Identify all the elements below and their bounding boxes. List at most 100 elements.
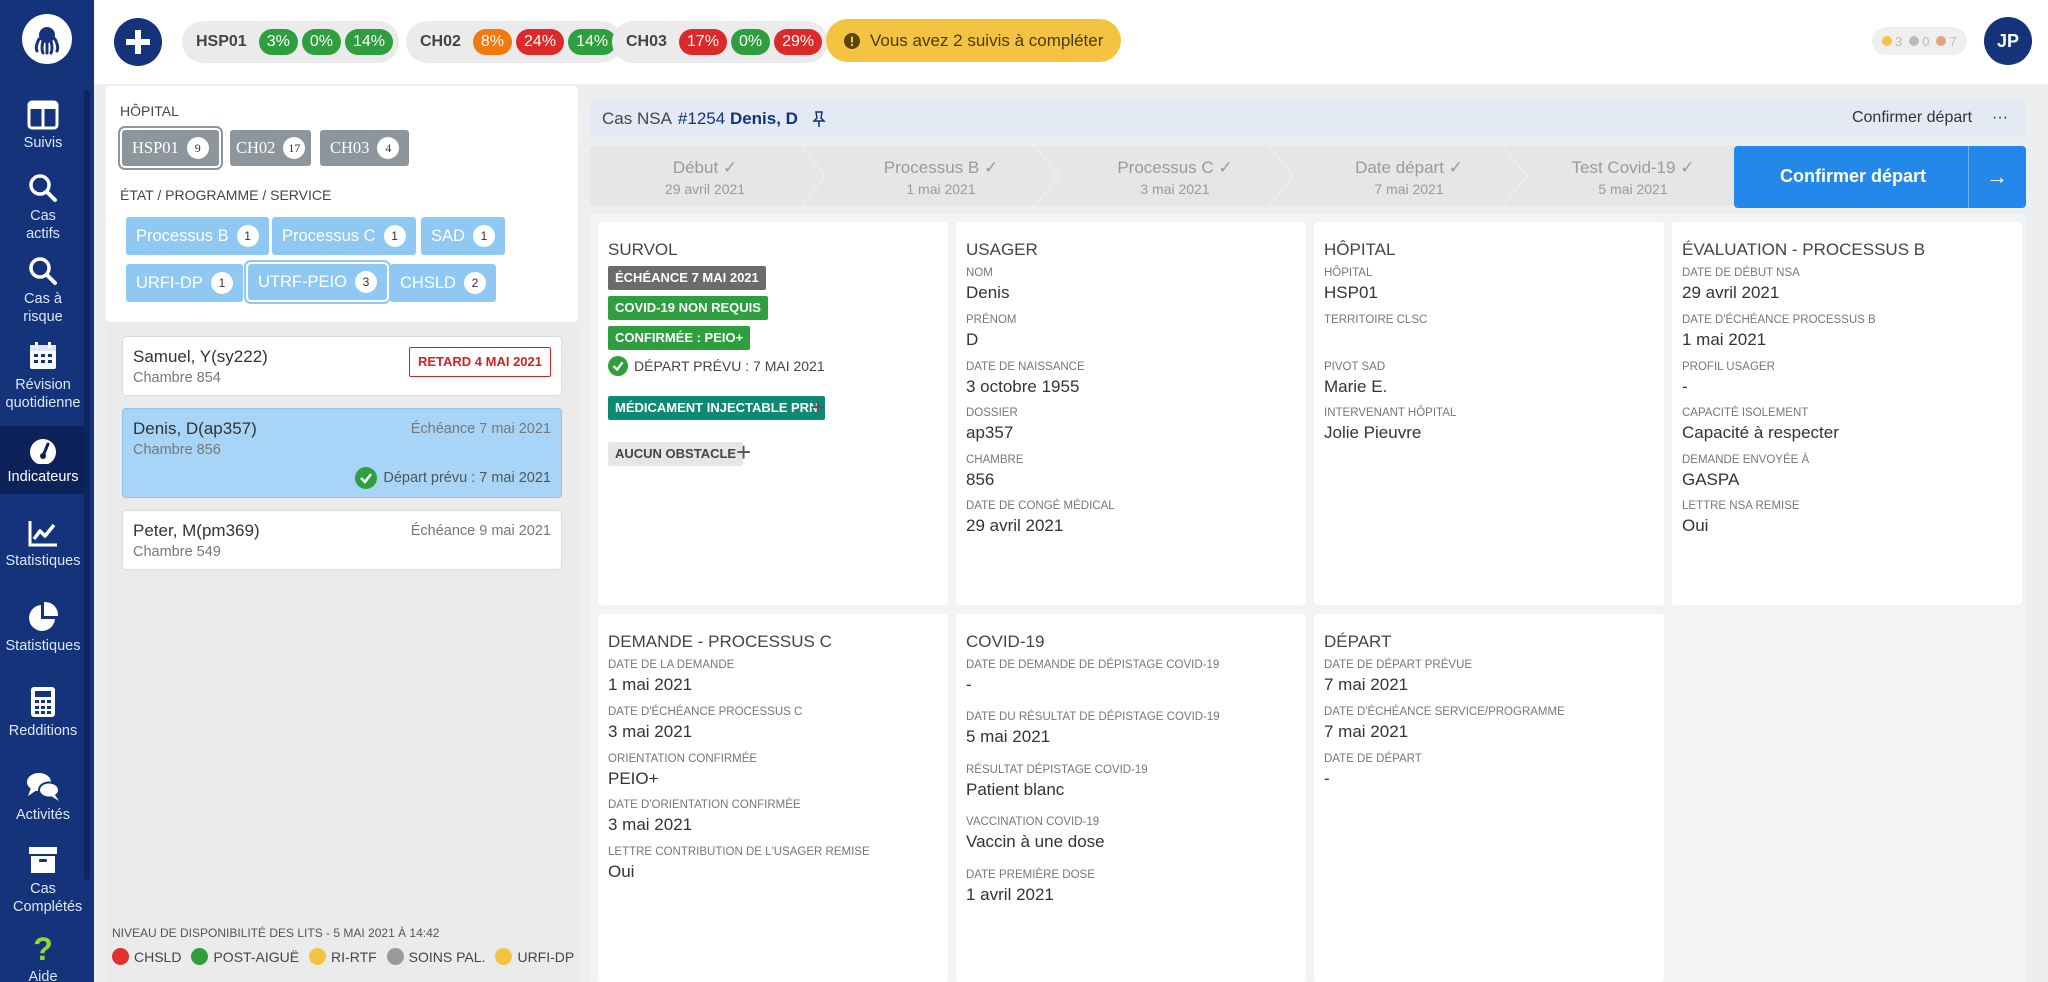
nav-item-aide[interactable]: ? Aide [0, 934, 86, 982]
covid-card: COVID-19 DATE DE DEMANDE DE DÉPISTAGE CO… [956, 614, 1306, 982]
hospital-name: CH03 [626, 33, 667, 50]
case-room: Chambre 549 [133, 544, 221, 560]
pending-followups-alert[interactable]: Vous avez 2 suivis à compléter [826, 19, 1122, 62]
covid-tag: COVID-19 NON REQUIS [608, 296, 768, 320]
field-value: PEIO+ [608, 769, 659, 788]
chip-label: CHSLD [400, 273, 456, 292]
nav-item-indicateurs[interactable]: Indicateurs [0, 426, 86, 494]
card-title: SURVOL [608, 240, 678, 259]
hospital-occupancy-ch02[interactable]: CH02 8% 24% 14% [406, 21, 623, 63]
filter-service-urfi-dp[interactable]: URFI-DP 1 [126, 264, 243, 302]
step-label: Début [672, 158, 719, 177]
check-icon: ✓ [983, 158, 999, 177]
planned-departure: DÉPART PRÉVU : 7 MAI 2021 [608, 356, 825, 376]
step-processus-c[interactable]: Processus C ✓ 3 mai 2021 [1060, 146, 1290, 206]
line-chart-icon [28, 521, 57, 547]
field-label: VACCINATION COVID-19 [966, 816, 1100, 828]
add-case-button[interactable] [114, 18, 162, 66]
filter-hospital-ch03[interactable]: CH03 4 [320, 130, 410, 166]
obstacle-tag: AUCUN OBSTACLE [608, 442, 744, 466]
late-badge: RETARD 4 MAI 2021 [408, 347, 551, 377]
field-value: 3 mai 2021 [608, 815, 693, 834]
field-value: 29 avril 2021 [1682, 283, 1780, 302]
filter-service-processus-b[interactable]: Processus B 1 [126, 217, 269, 255]
case-room: Chambre 856 [133, 442, 221, 458]
field-label: LETTRE CONTRIBUTION DE L'USAGER REMISE [608, 846, 870, 858]
step-date: 1 mai 2021 [906, 181, 976, 197]
field-value: 29 avril 2021 [966, 516, 1064, 535]
legend-item: CHSLD [112, 948, 181, 965]
filter-service-sad[interactable]: SAD 1 [421, 217, 505, 255]
nav-item-statistiques-pie[interactable]: Statistiques [0, 601, 86, 655]
field-label: DATE D'ORIENTATION CONFIRMÉE [608, 799, 801, 811]
filter-service-processus-c[interactable]: Processus C 1 [272, 217, 416, 255]
filter-panel: HÔPITAL HSP01 9 CH02 17 CH03 4 ÉTAT / PR… [106, 86, 578, 322]
field-value: Marie E. [1324, 377, 1388, 396]
gauge-icon [30, 439, 56, 464]
case-name: Peter, M(pm369) [133, 521, 260, 540]
nav-item-suivis[interactable]: Suivis [0, 100, 86, 152]
chip-count: 3 [354, 271, 377, 293]
case-card-peter[interactable]: Peter, M(pm369) Chambre 549 Échéance 9 m… [122, 510, 562, 570]
usager-card: USAGER NOM Denis PRÉNOM D DATE DE NAISSA… [956, 222, 1306, 605]
filter-service-chsld[interactable]: CHSLD 2 [390, 264, 496, 302]
case-card-samuel[interactable]: Samuel, Y(sy222) Chambre 854 RETARD 4 MA… [122, 336, 562, 396]
alert-text: Vous avez 2 suivis à compléter [870, 30, 1104, 50]
legend-item: POST-AIGUË [191, 948, 299, 965]
confirm-departure-button[interactable]: Confirmer départ → [1734, 146, 2026, 208]
occupancy-percent: 14% [568, 29, 617, 55]
confirm-departure-link[interactable]: Confirmer départ [1852, 109, 1972, 127]
field-label: CAPACITÉ ISOLEMENT [1682, 407, 1809, 419]
gray-dot-icon [386, 948, 404, 965]
nav-item-revision-quotidienne[interactable]: Révision quotidienne [0, 340, 86, 412]
legend-label: POST-AIGUË [213, 948, 300, 965]
field-label: DATE DE LA DEMANDE [608, 659, 735, 671]
field-value: - [1682, 377, 1688, 396]
notification-counters[interactable]: 3 0 7 [1872, 27, 1967, 55]
side-navigation: Suivis Cas actifs Cas à risque Révision … [0, 0, 94, 982]
filter-service-utrf-peio[interactable]: UTRF-PEIO 3 [246, 262, 389, 302]
step-date-depart[interactable]: Date départ ✓ 7 mai 2021 [1294, 146, 1524, 206]
hospital-occupancy-ch03[interactable]: CH03 17% 0% 29% [612, 21, 829, 63]
nav-item-cas-a-risque[interactable]: Cas à risque [0, 256, 86, 326]
hospital-name: CH02 [420, 33, 461, 50]
card-title: DÉPART [1324, 632, 1392, 651]
svg-text:?: ? [33, 934, 53, 964]
counter-orange: 7 [1949, 33, 1957, 49]
nav-item-redditions[interactable]: Redditions [0, 686, 86, 740]
hopital-card: HÔPITAL HÔPITAL HSP01 TERRITOIRE CLSC PI… [1314, 222, 1664, 605]
hospital-occupancy-hsp01[interactable]: HSP01 3% 0% 14% [182, 21, 399, 63]
field-label: RÉSULTAT DÉPISTAGE COVID-19 [966, 764, 1148, 776]
more-options-icon[interactable]: ··· [1992, 109, 2008, 127]
nav-item-statistiques-lines[interactable]: Statistiques [0, 518, 86, 570]
chip-label: HSP01 [132, 138, 179, 157]
step-debut[interactable]: Début ✓ 29 avril 2021 [590, 146, 820, 206]
user-avatar[interactable]: JP [1984, 17, 2032, 65]
nav-item-cas-actifs[interactable]: Cas actifs [0, 173, 86, 243]
nav-item-cas-completes[interactable]: Cas Complétés [0, 844, 86, 916]
legend-item: SOINS PAL. [386, 948, 485, 965]
legend-label: URFI-DP [517, 948, 575, 965]
add-medication-icon[interactable]: + [810, 394, 825, 420]
case-name: Samuel, Y(sy222) [133, 347, 268, 366]
filter-hospital-ch02[interactable]: CH02 17 [230, 130, 312, 166]
chip-label: SAD [431, 226, 465, 245]
case-card-denis[interactable]: Denis, D(ap357) Chambre 856 Échéance 7 m… [122, 408, 562, 498]
step-test-covid[interactable]: Test Covid-19 ✓ 5 mai 2021 [1528, 146, 1738, 206]
add-obstacle-icon[interactable]: + [736, 439, 751, 465]
app-logo[interactable] [22, 14, 72, 64]
field-label: DATE D'ÉCHÉANCE PROCESSUS B [1682, 314, 1876, 326]
step-processus-b[interactable]: Processus B ✓ 1 mai 2021 [826, 146, 1056, 206]
case-name: Denis, D(ap357) [133, 419, 257, 438]
demande-card: DEMANDE - PROCESSUS C DATE DE LA DEMANDE… [598, 614, 948, 982]
occupancy-percent: 0% [730, 29, 771, 55]
nav-item-activites[interactable]: Activités [0, 770, 86, 824]
filter-hospital-hsp01[interactable]: HSP01 9 [120, 128, 221, 168]
field-value: Jolie Pieuvre [1324, 423, 1422, 442]
pin-icon[interactable] [810, 110, 828, 128]
evaluation-card: ÉVALUATION - PROCESSUS B DATE DE DÉBUT N… [1672, 222, 2022, 605]
check-icon: ✓ [1218, 158, 1233, 177]
field-label: NOM [966, 267, 993, 279]
field-label: DEMANDE ENVOYÉE À [1682, 454, 1810, 466]
field-label: PRÉNOM [966, 314, 1017, 326]
